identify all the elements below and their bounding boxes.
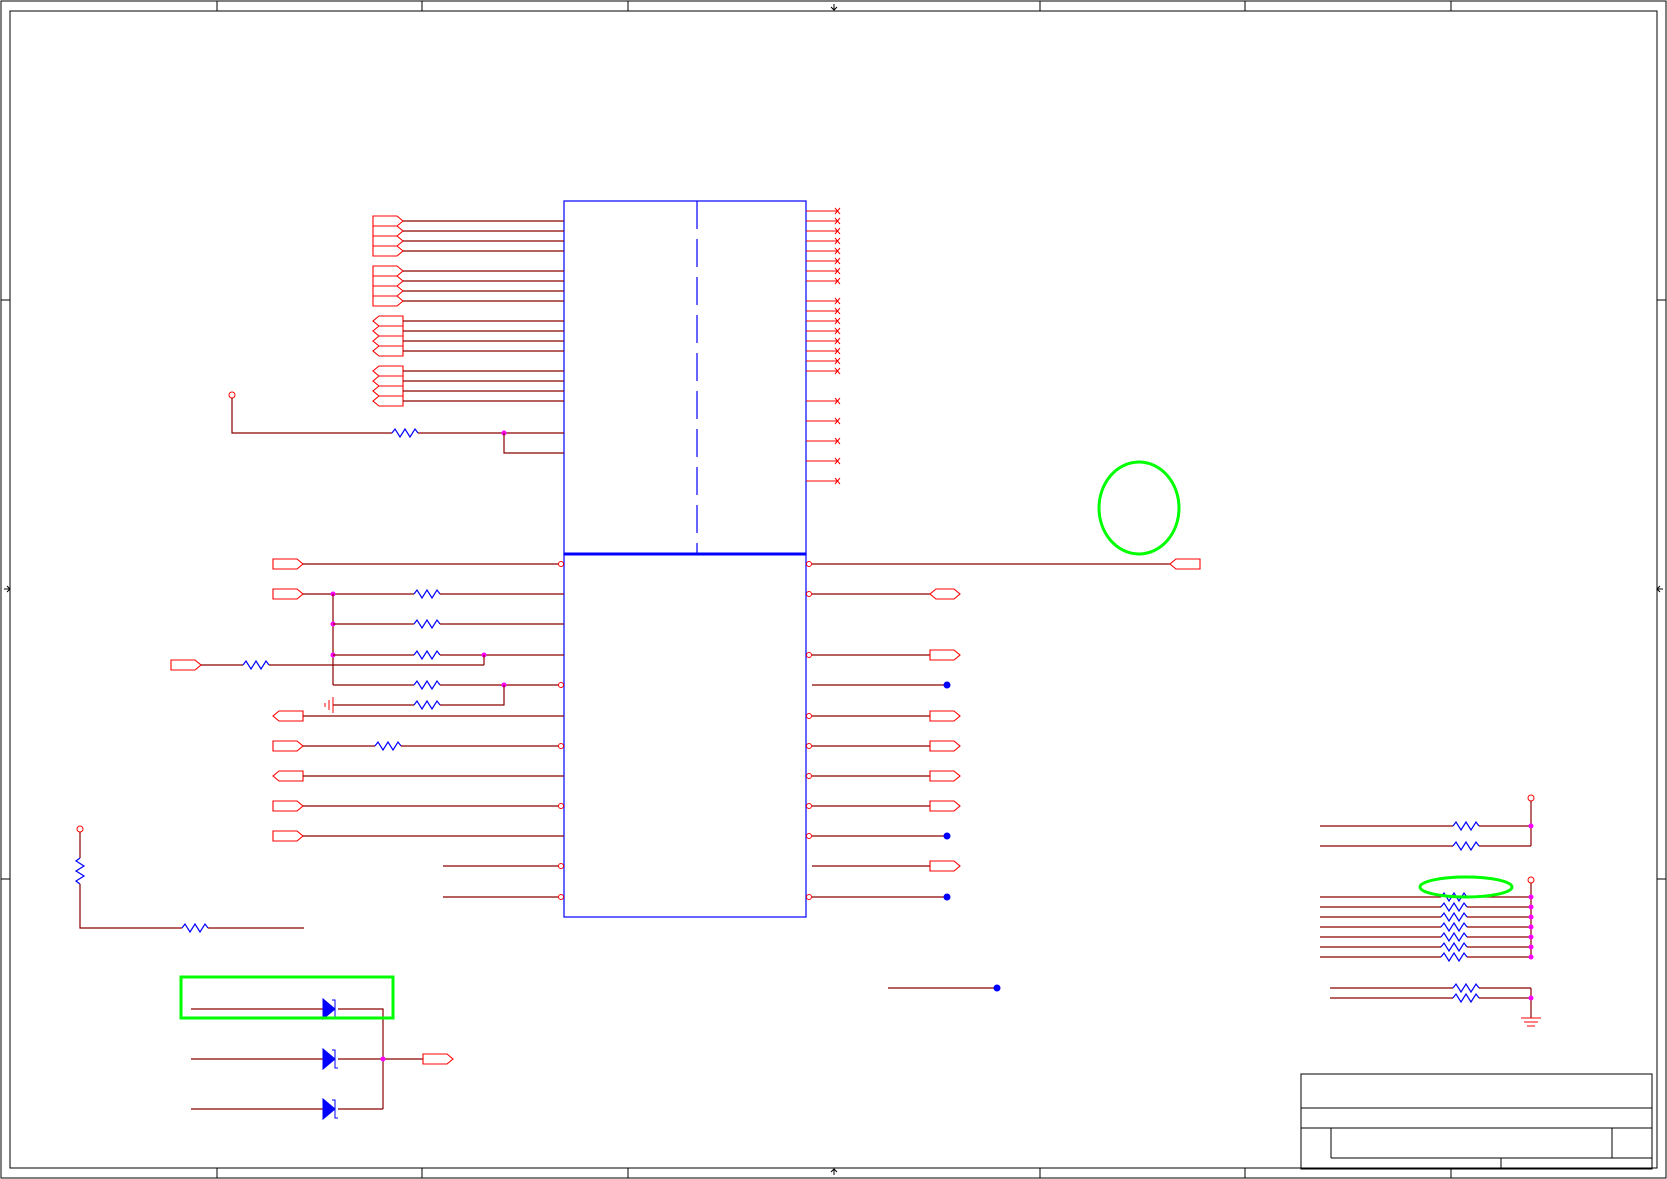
resistor-icon [1452,820,1480,832]
green-rectangle-annotation [179,975,395,1020]
junction-dot [1528,954,1534,960]
resistor-icon [1452,982,1480,994]
pin-bubble [558,894,564,900]
lower-right-signals [812,558,1201,992]
pin-bubble [806,591,812,597]
drawing-frame [0,0,1667,1179]
resistor-icon [1440,921,1468,933]
pin-bubble [806,833,812,839]
pin-bubble [806,803,812,809]
pin-bubble [558,561,564,567]
schematic-sheet [0,0,1667,1179]
integrated-circuit [563,200,807,918]
junction-dot [1528,944,1534,950]
pin-bubble [806,652,812,658]
junction-dot [1528,914,1534,920]
resistor-icon [1452,992,1480,1004]
tvs-diode-icon [322,1097,336,1121]
upper-left-bus-outputs [372,215,564,307]
resistor-icon [74,857,86,885]
lower-left-signals [170,558,564,898]
junction-dot [1528,924,1534,930]
upper-right-nc-pins [806,207,841,485]
tvs-diode-icon [322,997,336,1021]
resistor-icon [1440,941,1468,953]
junction-dot [1528,904,1534,910]
right-resistor-networks [1320,794,1541,1027]
pin-bubble [806,773,812,779]
pin-bubble [806,743,812,749]
resistor-icon [413,649,441,661]
resistor-icon [1440,911,1468,923]
pin-bubble [558,682,564,688]
review-annotations [179,460,1514,1020]
resistor-icon [413,588,441,600]
green-circle-annotation [1097,460,1181,556]
junction-dot [1528,934,1534,940]
ground-icon [324,697,334,713]
pin-bubble [558,863,564,869]
pin-bubble [806,894,812,900]
pin-bubble [558,743,564,749]
junction-dot [1528,894,1534,900]
pin-bubble [558,803,564,809]
resistor-icon [1440,901,1468,913]
ic-pin-bubbles [558,561,812,900]
power-pin-icon [1527,876,1535,884]
power-pin-icon [228,391,236,399]
resistor-icon [413,679,441,691]
title-block [1300,1073,1653,1170]
lower-left-pullup [74,825,304,934]
resistor-icon [391,427,419,439]
ic-lower-section [563,553,807,918]
tvs-diode-icon [322,1047,336,1071]
green-ellipse-annotation [1418,875,1514,899]
power-pin-icon [1527,794,1535,802]
junction-dot [1528,995,1534,1001]
resistor-icon [242,659,270,671]
resistor-icon [413,618,441,630]
ic-upper-section [563,200,807,555]
pin-bubble [806,713,812,719]
resistor-icon [374,740,402,752]
resistor-icon [413,699,441,711]
resistor-icon [1440,931,1468,943]
junction-dot [1528,823,1534,829]
resistor-icon [181,922,209,934]
ground-icon [1521,1017,1541,1027]
resistor-icon [1440,951,1468,963]
upper-left-bus-inputs [372,315,564,407]
resistor-icon [1452,840,1480,852]
pin-bubble [806,561,812,567]
